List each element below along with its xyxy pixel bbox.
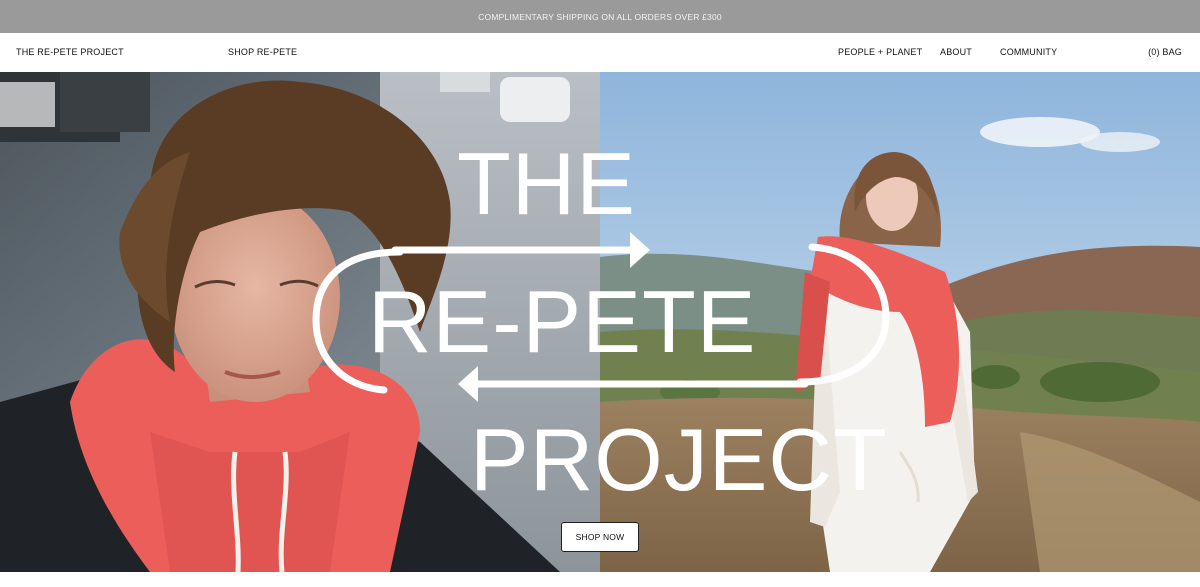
announcement-text: COMPLIMENTARY SHIPPING ON ALL ORDERS OVE… — [478, 11, 722, 22]
hero-title-line-1: THE — [457, 134, 636, 233]
announcement-bar: COMPLIMENTARY SHIPPING ON ALL ORDERS OVE… — [0, 0, 1200, 33]
nav-community-link[interactable]: COMMUNITY — [1000, 33, 1057, 72]
bag-link[interactable]: (0) BAG — [1148, 33, 1182, 72]
site-logo[interactable]: THE RE-PETE PROJECT — [16, 33, 124, 72]
nav-about-link[interactable]: ABOUT — [940, 33, 972, 72]
hero-banner: THE RE-PETE PROJECT SHOP NOW — [0, 72, 1200, 572]
top-navigation: THE RE-PETE PROJECT SHOP RE-PETE PEOPLE … — [0, 33, 1200, 72]
hero-title-line-3: PROJECT — [470, 410, 888, 509]
shop-now-button[interactable]: SHOP NOW — [561, 522, 639, 552]
nav-shop-link[interactable]: SHOP RE-PETE — [228, 33, 297, 72]
hero-title-line-2: RE-PETE — [368, 272, 757, 371]
page-bottom-edge — [0, 572, 1200, 587]
nav-people-planet-link[interactable]: PEOPLE + PLANET — [838, 33, 922, 72]
